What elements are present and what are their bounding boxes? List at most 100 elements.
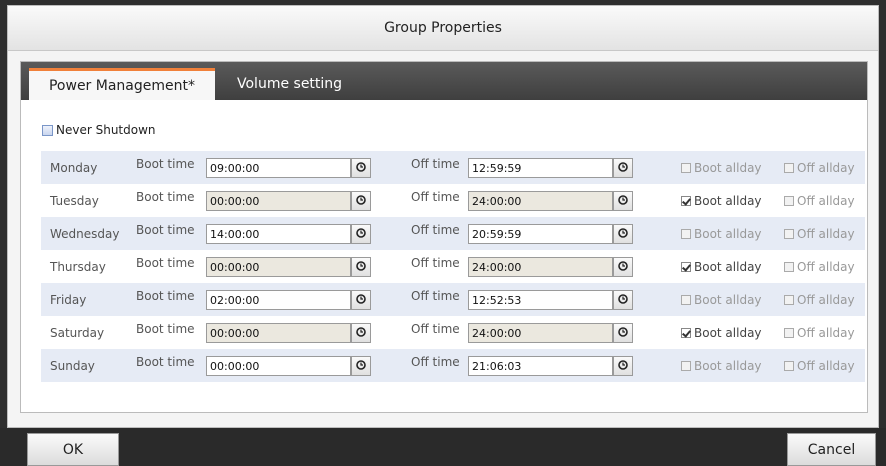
boot-time-input[interactable]: 00:00:00 xyxy=(206,191,351,211)
off-allday-label: Off allday xyxy=(797,292,855,307)
off-time-input[interactable]: 20:59:59 xyxy=(468,224,613,244)
boot-time-picker-button[interactable] xyxy=(351,323,371,343)
boot-allday-checkbox[interactable]: Boot allday xyxy=(681,359,762,373)
boot-allday-checkbox[interactable]: Boot allday xyxy=(681,293,762,307)
tab-volume-setting[interactable]: Volume setting xyxy=(237,68,357,100)
schedule-row: Sunday Boot time 00:00:00 Off time 21:06:03 B… xyxy=(41,349,865,382)
checkbox-icon[interactable] xyxy=(681,327,691,338)
off-time-input[interactable]: 21:06:03 xyxy=(468,356,613,376)
off-allday-label: Off allday xyxy=(797,160,855,175)
boot-allday-label: Boot allday xyxy=(694,259,762,274)
checkbox-icon[interactable] xyxy=(784,228,794,239)
schedule-table: Monday Boot time 09:00:00 Off time 12:59:59 B… xyxy=(41,151,865,382)
boot-time-label: Boot time xyxy=(136,157,195,171)
boot-time-label: Boot time xyxy=(136,256,195,270)
day-label: Tuesday xyxy=(50,193,99,208)
off-time-input[interactable]: 24:00:00 xyxy=(468,257,613,277)
off-allday-checkbox[interactable]: Off allday xyxy=(784,326,855,340)
checkbox-icon[interactable] xyxy=(42,124,53,136)
clock-icon xyxy=(356,359,366,373)
checkbox-icon[interactable] xyxy=(784,162,794,173)
off-time-picker-button[interactable] xyxy=(613,224,633,244)
dialog-title: Group Properties xyxy=(8,6,878,51)
clock-icon xyxy=(356,194,366,208)
boot-allday-checkbox[interactable]: Boot allday xyxy=(681,227,762,241)
boot-allday-label: Boot allday xyxy=(694,226,762,241)
boot-time-input[interactable]: 00:00:00 xyxy=(206,323,351,343)
checkbox-icon[interactable] xyxy=(784,327,794,338)
ok-button[interactable]: OK xyxy=(27,433,119,466)
off-time-picker-button[interactable] xyxy=(613,191,633,211)
off-allday-checkbox[interactable]: Off allday xyxy=(784,293,855,307)
boot-time-picker-button[interactable] xyxy=(351,224,371,244)
schedule-row: Wednesday Boot time 14:00:00 Off time 20:59:… xyxy=(41,217,865,250)
checkbox-icon[interactable] xyxy=(784,360,794,371)
boot-time-label: Boot time xyxy=(136,190,195,204)
off-allday-checkbox[interactable]: Off allday xyxy=(784,359,855,373)
cancel-button[interactable]: Cancel xyxy=(787,433,876,466)
checkbox-icon[interactable] xyxy=(784,294,794,305)
clock-icon xyxy=(356,326,366,340)
off-allday-label: Off allday xyxy=(797,193,855,208)
off-allday-checkbox[interactable]: Off allday xyxy=(784,260,855,274)
off-time-input[interactable]: 24:00:00 xyxy=(468,323,613,343)
off-time-label: Off time xyxy=(411,256,460,270)
off-time-input[interactable]: 12:52:53 xyxy=(468,290,613,310)
schedule-row: Friday Boot time 02:00:00 Off time 12:52:53 B… xyxy=(41,283,865,316)
day-label: Sunday xyxy=(50,358,95,373)
off-time-input[interactable]: 24:00:00 xyxy=(468,191,613,211)
checkbox-icon[interactable] xyxy=(681,162,691,173)
off-time-picker-button[interactable] xyxy=(613,356,633,376)
boot-time-input[interactable]: 00:00:00 xyxy=(206,257,351,277)
off-time-picker-button[interactable] xyxy=(613,323,633,343)
off-time-picker-button[interactable] xyxy=(613,290,633,310)
off-allday-checkbox[interactable]: Off allday xyxy=(784,194,855,208)
boot-allday-label: Boot allday xyxy=(694,325,762,340)
boot-allday-label: Boot allday xyxy=(694,292,762,307)
clock-icon xyxy=(356,293,366,307)
off-time-input[interactable]: 12:59:59 xyxy=(468,158,613,178)
checkbox-icon[interactable] xyxy=(784,195,794,206)
boot-time-picker-button[interactable] xyxy=(351,290,371,310)
checkbox-icon[interactable] xyxy=(681,360,691,371)
boot-time-input[interactable]: 00:00:00 xyxy=(206,356,351,376)
checkbox-icon[interactable] xyxy=(681,195,691,206)
checkbox-icon[interactable] xyxy=(681,294,691,305)
off-allday-label: Off allday xyxy=(797,358,855,373)
day-label: Thursday xyxy=(50,259,106,274)
clock-icon xyxy=(618,359,628,373)
off-allday-checkbox[interactable]: Off allday xyxy=(784,227,855,241)
clock-icon xyxy=(356,227,366,241)
boot-time-picker-button[interactable] xyxy=(351,356,371,376)
boot-allday-checkbox[interactable]: Boot allday xyxy=(681,326,762,340)
boot-time-picker-button[interactable] xyxy=(351,257,371,277)
checkbox-icon[interactable] xyxy=(784,261,794,272)
boot-time-picker-button[interactable] xyxy=(351,191,371,211)
day-label: Wednesday xyxy=(50,226,120,241)
off-time-label: Off time xyxy=(411,190,460,204)
off-time-label: Off time xyxy=(411,355,460,369)
off-time-picker-button[interactable] xyxy=(613,158,633,178)
day-label: Saturday xyxy=(50,325,105,340)
off-time-label: Off time xyxy=(411,223,460,237)
boot-allday-checkbox[interactable]: Boot allday xyxy=(681,194,762,208)
off-time-picker-button[interactable] xyxy=(613,257,633,277)
boot-allday-label: Boot allday xyxy=(694,358,762,373)
boot-allday-checkbox[interactable]: Boot allday xyxy=(681,260,762,274)
boot-time-label: Boot time xyxy=(136,289,195,303)
off-allday-label: Off allday xyxy=(797,325,855,340)
boot-time-input[interactable]: 02:00:00 xyxy=(206,290,351,310)
boot-time-label: Boot time xyxy=(136,322,195,336)
boot-time-input[interactable]: 09:00:00 xyxy=(206,158,351,178)
never-shutdown-checkbox[interactable]: Never Shutdown xyxy=(42,123,156,137)
checkbox-icon[interactable] xyxy=(681,228,691,239)
boot-time-picker-button[interactable] xyxy=(351,158,371,178)
boot-time-input[interactable]: 14:00:00 xyxy=(206,224,351,244)
boot-allday-checkbox[interactable]: Boot allday xyxy=(681,161,762,175)
off-allday-checkbox[interactable]: Off allday xyxy=(784,161,855,175)
schedule-row: Tuesday Boot time 00:00:00 Off time 24:00:00… xyxy=(41,184,865,217)
checkbox-icon[interactable] xyxy=(681,261,691,272)
day-label: Friday xyxy=(50,292,87,307)
tab-power-management[interactable]: Power Management* xyxy=(29,68,215,100)
clock-icon xyxy=(618,293,628,307)
